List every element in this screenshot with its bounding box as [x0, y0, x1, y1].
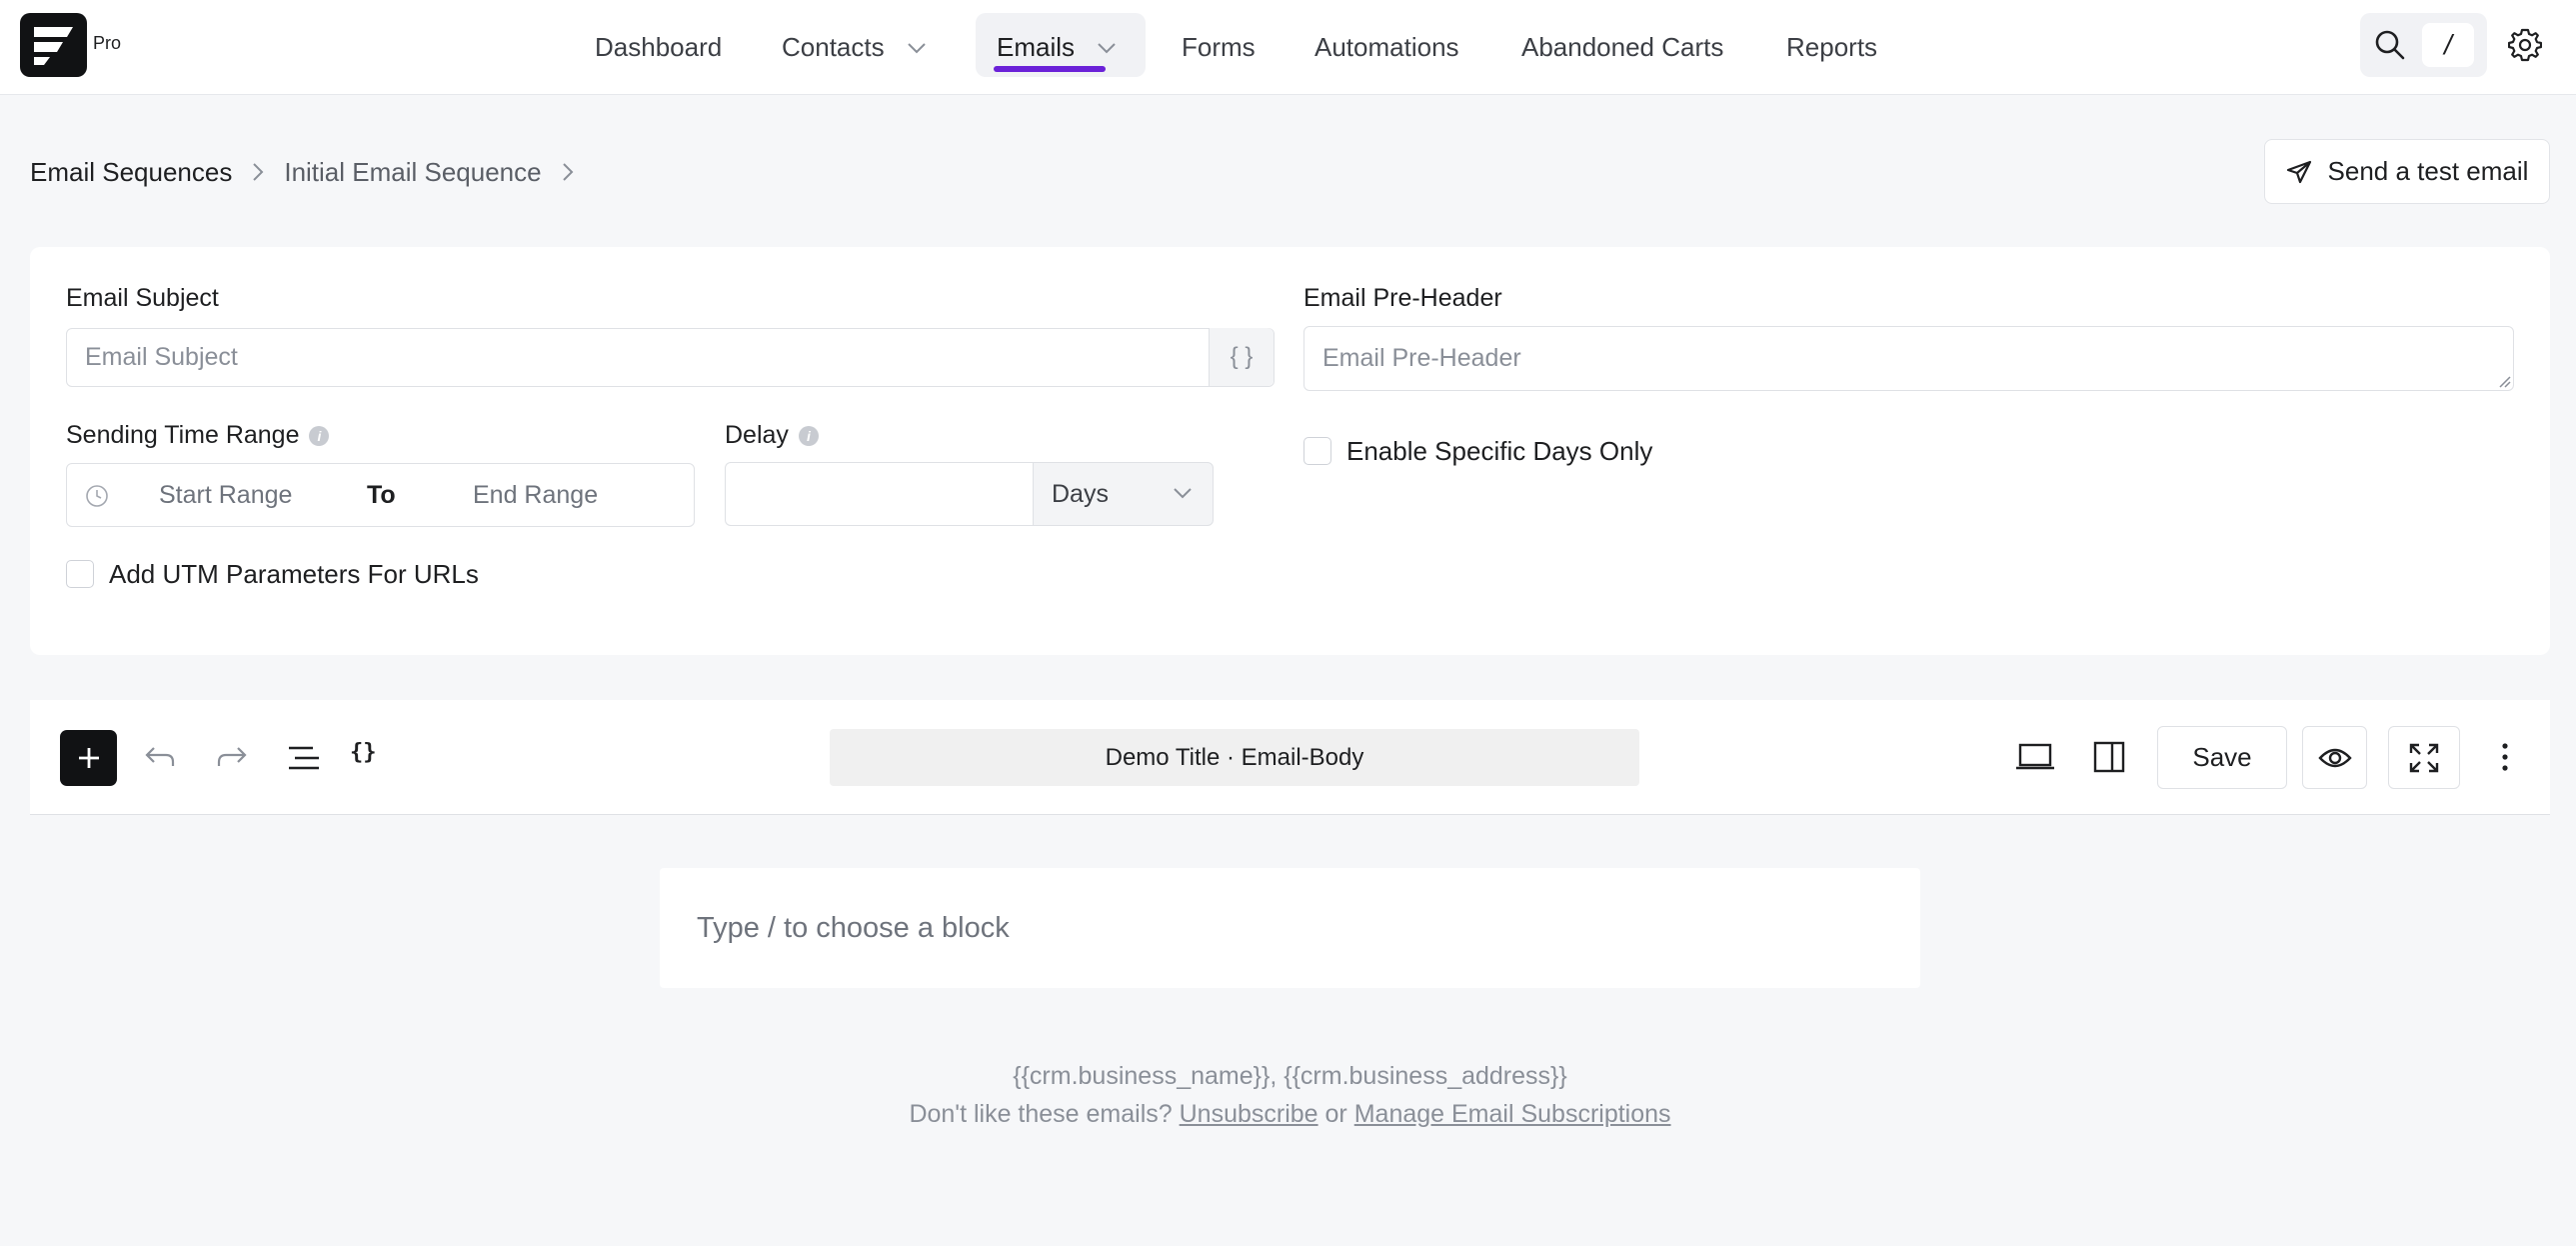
top-navigation-bar: Pro Dashboard Contacts Emails Forms Auto… — [0, 0, 2576, 95]
gear-icon[interactable] — [2508, 28, 2542, 62]
nav-abandoned-carts-label: Abandoned Carts — [1521, 32, 1724, 62]
curly-braces-icon[interactable]: {} — [350, 740, 377, 765]
delay-unit-select[interactable]: Days — [1033, 462, 1214, 526]
send-test-email-label: Send a test email — [2327, 156, 2529, 186]
delay-input[interactable] — [725, 462, 1035, 526]
email-settings-card: Email Subject Email Subject { } Email Pr… — [30, 247, 2550, 655]
sending-time-range-picker[interactable]: Start Range To End Range — [66, 463, 695, 527]
unsubscribe-link[interactable]: Unsubscribe — [1180, 1100, 1318, 1128]
document-title[interactable]: Demo Title · Email-Body — [830, 729, 1639, 786]
utm-parameters-label: Add UTM Parameters For URLs — [109, 559, 479, 589]
nav-dashboard-label: Dashboard — [595, 32, 723, 62]
footer-or-text: or — [1324, 1100, 1347, 1128]
block-inserter-placeholder: Type / to choose a block — [697, 911, 1010, 944]
save-button-label: Save — [2192, 742, 2252, 772]
info-icon[interactable]: i — [798, 426, 819, 446]
sidebar-toggle-icon[interactable] — [2093, 741, 2125, 773]
nav-abandoned-carts[interactable]: Abandoned Carts — [1521, 0, 1723, 95]
email-subject-placeholder: Email Subject — [85, 343, 238, 371]
undo-icon[interactable] — [144, 744, 176, 770]
nav-contacts-label: Contacts — [782, 32, 885, 62]
email-preheader-input[interactable]: Email Pre-Header — [1303, 326, 2514, 391]
breadcrumb: Email Sequences Initial Email Sequence — [30, 152, 594, 192]
specific-days-checkbox[interactable] — [1303, 437, 1331, 465]
chevron-down-icon — [1097, 42, 1117, 54]
chevron-down-icon — [1174, 488, 1192, 499]
redo-icon[interactable] — [216, 744, 248, 770]
nav-automations[interactable]: Automations — [1314, 0, 1459, 95]
send-test-email-button[interactable]: Send a test email — [2264, 139, 2550, 204]
fullscreen-button[interactable] — [2388, 726, 2460, 789]
search-icon[interactable] — [2374, 29, 2406, 61]
footer-business-info: {{crm.business_name}}, {{crm.business_ad… — [1013, 1062, 1567, 1090]
email-preheader-placeholder: Email Pre-Header — [1322, 344, 1521, 372]
nav-dashboard[interactable]: Dashboard — [595, 0, 722, 95]
add-block-button[interactable] — [60, 730, 117, 786]
save-button[interactable]: Save — [2157, 726, 2287, 789]
specific-days-label: Enable Specific Days Only — [1346, 436, 1653, 466]
chevron-down-icon — [907, 42, 927, 54]
delay-unit-value: Days — [1052, 479, 1109, 508]
search-group[interactable]: / — [2360, 13, 2487, 77]
pro-badge: Pro — [93, 33, 122, 53]
nav-automations-label: Automations — [1314, 32, 1459, 62]
nav-reports[interactable]: Reports — [1786, 0, 1877, 95]
utm-parameters-checkbox[interactable] — [66, 560, 94, 588]
editor-toolbar: {} Demo Title · Email-Body Save — [30, 700, 2550, 815]
start-range-input[interactable]: Start Range — [159, 481, 292, 510]
editor-canvas: Type / to choose a block {{crm.business_… — [30, 816, 2550, 1246]
sending-time-range-text: Sending Time Range — [66, 421, 300, 449]
braces-icon: { } — [1230, 343, 1254, 370]
nav-contacts[interactable]: Contacts — [782, 0, 927, 95]
nav-emails-label: Emails — [997, 32, 1076, 62]
manage-subscriptions-link[interactable]: Manage Email Subscriptions — [1354, 1100, 1671, 1128]
range-separator: To — [367, 481, 396, 509]
resize-handle-icon[interactable] — [2497, 374, 2511, 388]
logo-mark-icon — [34, 27, 73, 65]
more-options-icon[interactable] — [2499, 741, 2511, 773]
breadcrumb-email-sequences[interactable]: Email Sequences — [30, 157, 232, 188]
fullscreen-icon — [2409, 743, 2439, 772]
preview-button[interactable] — [2302, 726, 2367, 789]
email-subject-input[interactable]: Email Subject { } — [66, 328, 1275, 387]
footer-prefix-text: Don't like these emails? — [909, 1100, 1173, 1128]
nav-emails[interactable]: Emails — [997, 0, 1117, 95]
footer-unsubscribe-line: Don't like these emails? Unsubscribe or … — [30, 1100, 2550, 1129]
email-preheader-label: Email Pre-Header — [1303, 284, 1502, 312]
nav-forms-label: Forms — [1182, 32, 1256, 62]
nav-forms[interactable]: Forms — [1182, 0, 1256, 95]
breadcrumb-initial-email-sequence[interactable]: Initial Email Sequence — [284, 157, 541, 188]
search-shortcut-badge: / — [2422, 23, 2474, 67]
chevron-right-icon — [562, 162, 574, 182]
merge-tags-button[interactable]: { } — [1209, 328, 1274, 386]
end-range-input[interactable]: End Range — [473, 481, 598, 510]
chevron-right-icon — [252, 162, 264, 182]
send-icon — [2286, 160, 2311, 183]
app-logo[interactable] — [20, 13, 87, 77]
sending-time-range-label: Sending Time Range i — [66, 421, 330, 450]
block-inserter-input[interactable]: Type / to choose a block — [660, 868, 1920, 988]
email-subject-label: Email Subject — [66, 284, 219, 312]
nav-reports-label: Reports — [1786, 32, 1878, 62]
plus-icon — [79, 748, 99, 768]
clock-icon — [86, 485, 108, 507]
document-outline-icon[interactable] — [287, 744, 321, 772]
info-icon[interactable]: i — [309, 426, 330, 446]
eye-icon — [2317, 748, 2352, 767]
delay-text: Delay — [725, 421, 789, 449]
delay-label: Delay i — [725, 421, 819, 450]
desktop-preview-icon[interactable] — [2015, 742, 2055, 772]
